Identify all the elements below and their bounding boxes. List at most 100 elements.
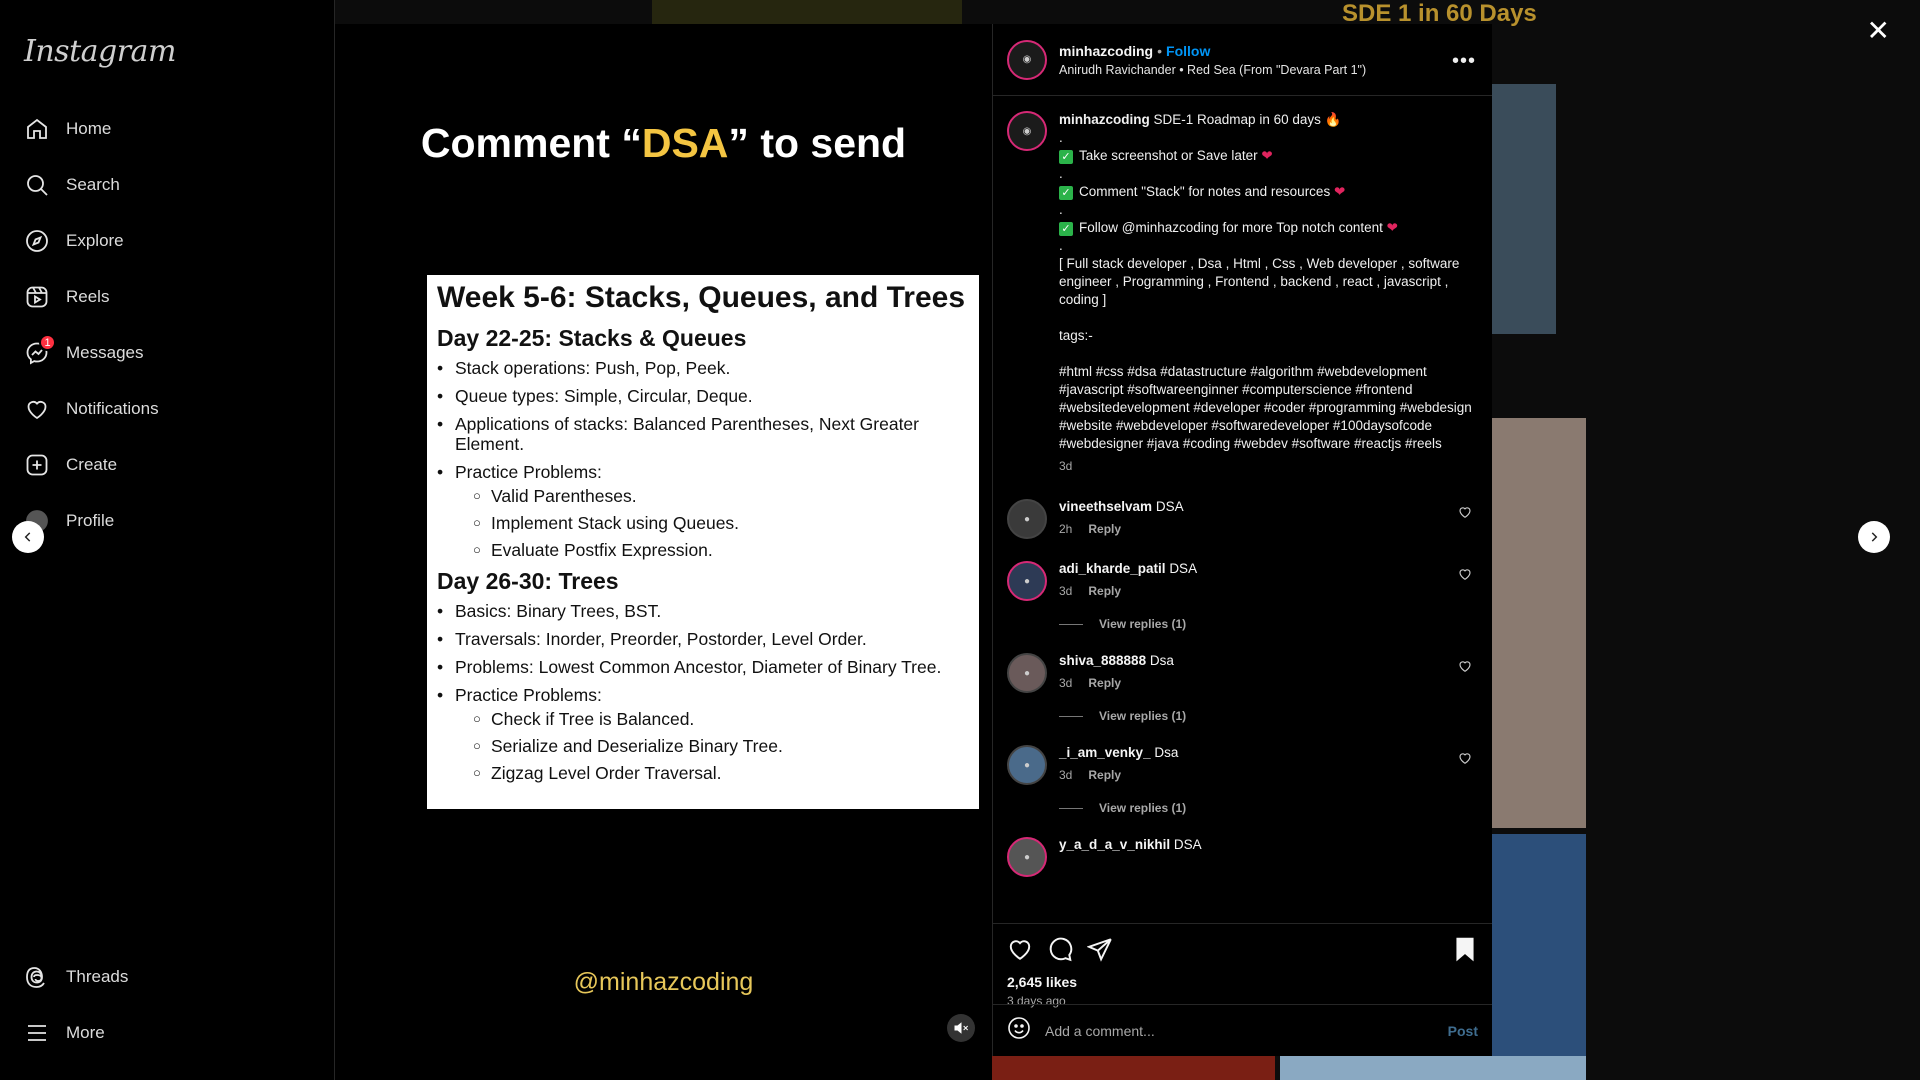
caption-line: Comment "Stack" for notes and resources (1079, 184, 1331, 199)
comment-username[interactable]: _i_am_venky_ (1059, 745, 1151, 760)
post-comment-button[interactable]: Post (1448, 1023, 1478, 1039)
comment-username[interactable]: y_a_d_a_v_nikhil (1059, 837, 1170, 852)
threads-icon (24, 964, 50, 990)
red-heart-icon: ❤ (1386, 220, 1398, 235)
slide-bullet: Applications of stacks: Balanced Parenth… (437, 414, 969, 454)
slide-sub-bullet: Implement Stack using Queues. (455, 513, 969, 533)
comment-time: 2h (1059, 522, 1073, 536)
comment-username[interactable]: adi_kharde_patil (1059, 561, 1166, 576)
sidebar-item-notifications[interactable]: Notifications (12, 385, 312, 433)
avatar[interactable]: ● (1007, 561, 1047, 601)
comments-scroll[interactable]: ◉ minhazcoding SDE-1 Roadmap in 60 days … (993, 97, 1492, 923)
slide-bullet: Basics: Binary Trees, BST. (437, 601, 969, 621)
comment-like-icon[interactable] (1458, 751, 1472, 765)
roadmap-slide: Week 5-6: Stacks, Queues, and Trees Day … (427, 275, 979, 809)
sidebar: Instagram Home Search Explore Reels 1 Me… (0, 0, 335, 1080)
avatar[interactable]: ◉ (1007, 111, 1047, 151)
comment-text: Dsa (1154, 745, 1179, 760)
view-replies-button[interactable]: View replies (1) (1059, 617, 1478, 631)
red-heart-icon: ❤ (1333, 184, 1346, 199)
sidebar-item-reels[interactable]: Reels (12, 273, 312, 321)
comment-icon[interactable] (1047, 936, 1073, 962)
comment-username[interactable]: shiva_888888 (1059, 653, 1146, 668)
bookmark-icon[interactable] (1452, 936, 1478, 962)
slide-bullet: Traversals: Inorder, Preorder, Postorder… (437, 629, 969, 649)
caption-username[interactable]: minhazcoding (1059, 112, 1150, 127)
slide-bullet: Practice Problems: Valid Parentheses. Im… (437, 462, 969, 560)
plus-icon (24, 452, 50, 478)
comment-username[interactable]: vineethselvam (1059, 499, 1152, 514)
comment-like-icon[interactable] (1458, 659, 1472, 673)
follow-button[interactable]: Follow (1166, 43, 1210, 59)
post-username[interactable]: minhazcoding (1059, 43, 1153, 59)
comment-like-icon[interactable] (1458, 567, 1472, 581)
reply-button[interactable]: Reply (1088, 768, 1121, 782)
comment-input[interactable]: Add a comment... (1045, 1023, 1448, 1039)
emoji-icon[interactable] (1007, 1016, 1031, 1045)
sidebar-item-profile[interactable]: Profile (12, 497, 312, 545)
reply-button[interactable]: Reply (1088, 676, 1121, 690)
mute-button[interactable] (947, 1014, 975, 1042)
sidebar-item-explore[interactable]: Explore (12, 217, 312, 265)
view-replies-button[interactable]: View replies (1) (1059, 709, 1478, 723)
sidebar-item-label: Home (66, 119, 112, 138)
caption-time: 3d (1059, 459, 1073, 473)
heart-icon (24, 396, 50, 422)
next-post-button[interactable] (1858, 521, 1890, 553)
avatar[interactable]: ● (1007, 837, 1047, 877)
chevron-right-icon (1871, 532, 1878, 542)
menu-icon (24, 1020, 50, 1046)
share-icon[interactable] (1086, 936, 1113, 962)
slide-sub-bullet: Zigzag Level Order Traversal. (455, 763, 969, 783)
caption-hashtags[interactable]: #html #css #dsa #datastructure #algorith… (1059, 363, 1478, 453)
sidebar-item-home[interactable]: Home (12, 105, 312, 153)
compass-icon (24, 228, 50, 254)
checkmark-icon: ✓ (1059, 150, 1073, 164)
comment-text: DSA (1155, 499, 1184, 514)
caption-tags-label: tags:- (1059, 328, 1093, 343)
sidebar-item-threads[interactable]: Threads (12, 953, 312, 1001)
checkmark-icon: ✓ (1059, 186, 1073, 200)
sidebar-item-label: Create (66, 455, 118, 474)
slide-sub-bullet: Serialize and Deserialize Binary Tree. (455, 736, 969, 756)
messages-badge: 1 (39, 334, 56, 351)
sidebar-item-label: Notifications (66, 399, 159, 418)
audio-track[interactable]: Anirudh Ravichander • Red Sea (From "Dev… (1059, 63, 1366, 77)
more-options-icon[interactable]: ••• (1452, 50, 1476, 73)
avatar[interactable]: ◉ (1007, 39, 1047, 80)
instagram-logo[interactable]: Instagram (24, 34, 176, 69)
slide-sub-bullet: Check if Tree is Balanced. (455, 709, 969, 729)
avatar[interactable]: ● (1007, 499, 1047, 539)
avatar[interactable]: ● (1007, 745, 1047, 785)
slide-bullet: Queue types: Simple, Circular, Deque. (437, 386, 969, 406)
sidebar-item-search[interactable]: Search (12, 161, 312, 209)
slide-section-stacks: Day 22-25: Stacks & Queues (437, 325, 747, 351)
previous-post-button[interactable] (12, 521, 44, 553)
view-replies-button[interactable]: View replies (1) (1059, 801, 1478, 815)
sidebar-item-label: Threads (66, 967, 129, 986)
caption-dot: . (1059, 166, 1063, 181)
separator-dot: • (1157, 42, 1163, 59)
post-media[interactable]: Comment “DSA” to send Week 5-6: Stacks, … (335, 24, 992, 1080)
home-icon (24, 116, 50, 142)
avatar[interactable]: ● (1007, 653, 1047, 693)
comment-time: 3d (1059, 584, 1073, 598)
sidebar-item-more[interactable]: More (12, 1009, 312, 1057)
post-details-panel: ◉ minhazcoding • Follow Anirudh Ravichande… (992, 24, 1492, 1056)
like-icon[interactable] (1007, 936, 1033, 962)
caption-dot: . (1059, 130, 1063, 145)
replies-line (1059, 807, 1083, 809)
sidebar-item-messages[interactable]: 1 Messages (12, 329, 312, 377)
background-feed-bottom (965, 1056, 1275, 1080)
reply-button[interactable]: Reply (1088, 584, 1121, 598)
checkmark-icon: ✓ (1059, 222, 1073, 236)
background-feed-right (1492, 84, 1556, 334)
reply-button[interactable]: Reply (1088, 522, 1121, 536)
sidebar-item-create[interactable]: Create (12, 441, 312, 489)
sidebar-item-label: More (66, 1023, 105, 1042)
close-icon[interactable]: ✕ (1867, 14, 1890, 47)
caption-dot: . (1059, 238, 1063, 253)
like-count[interactable]: 2,645 likes (1007, 974, 1478, 990)
comment-like-icon[interactable] (1458, 505, 1472, 519)
